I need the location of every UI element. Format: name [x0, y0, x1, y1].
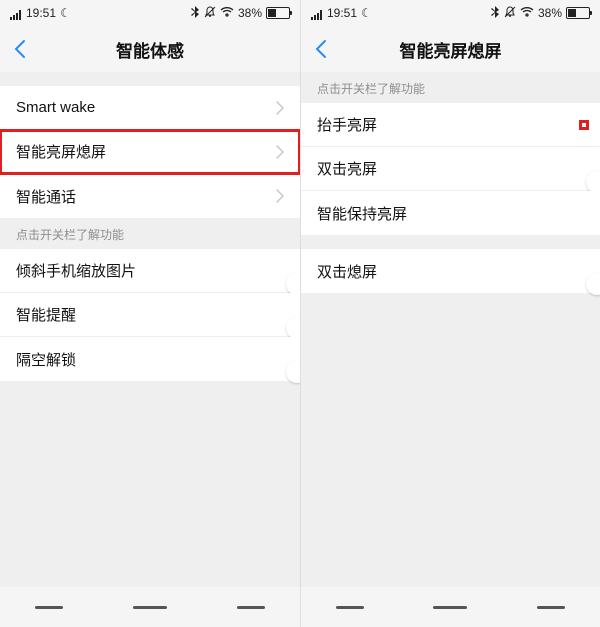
settings-group-1: Smart wake 智能亮屏熄屏智能通话: [0, 86, 300, 218]
header: 智能体感: [0, 26, 300, 72]
chevron-right-icon: [276, 145, 284, 159]
settings-row[interactable]: 隔空解锁: [0, 337, 300, 381]
row-label: 抬手亮屏: [317, 114, 584, 135]
settings-group-2: 双击熄屏: [301, 249, 600, 293]
settings-row[interactable]: 智能提醒: [0, 293, 300, 337]
settings-row[interactable]: 倾斜手机缩放图片: [0, 249, 300, 293]
battery-icon: [566, 7, 590, 19]
row-label: 双击熄屏: [317, 261, 584, 282]
row-label: 智能通话: [16, 186, 276, 207]
settings-group-2: 倾斜手机缩放图片智能提醒隔空解锁: [0, 249, 300, 381]
row-label: 智能提醒: [16, 304, 284, 325]
settings-row[interactable]: 双击亮屏: [301, 147, 600, 191]
settings-row[interactable]: 智能保持亮屏: [301, 191, 600, 235]
battery-icon: [266, 7, 290, 19]
back-button[interactable]: [301, 26, 341, 72]
moon-icon: ☾: [361, 6, 372, 20]
header: 智能亮屏熄屏: [301, 26, 600, 72]
row-label: 智能保持亮屏: [317, 203, 584, 224]
page-title: 智能亮屏熄屏: [301, 37, 600, 62]
nav-back[interactable]: [237, 606, 265, 609]
settings-row[interactable]: Smart wake: [0, 86, 300, 130]
status-bar: 19:51 ☾ 38%: [301, 0, 600, 26]
android-navbar: [0, 587, 300, 627]
bluetooth-icon: [490, 6, 500, 21]
row-label: 智能亮屏熄屏: [16, 141, 276, 162]
signal-icon: [10, 6, 22, 20]
settings-row[interactable]: 抬手亮屏: [301, 103, 600, 147]
wifi-icon: [220, 6, 234, 20]
chevron-right-icon: [276, 101, 284, 115]
screenshot-left: 19:51 ☾ 38% 智能体感: [0, 0, 300, 627]
back-button[interactable]: [0, 26, 40, 72]
dnd-icon: [204, 6, 216, 21]
chevron-right-icon: [276, 189, 284, 203]
moon-icon: ☾: [60, 6, 71, 20]
row-label: 隔空解锁: [16, 349, 284, 370]
row-label: Smart wake: [16, 99, 276, 116]
nav-home[interactable]: [433, 606, 467, 609]
bluetooth-icon: [190, 6, 200, 21]
status-bar: 19:51 ☾ 38%: [0, 0, 300, 26]
nav-recent[interactable]: [336, 606, 364, 609]
settings-row[interactable]: 双击熄屏: [301, 249, 600, 293]
android-navbar: [301, 587, 600, 627]
page-title: 智能体感: [0, 37, 300, 62]
nav-back[interactable]: [537, 606, 565, 609]
nav-home[interactable]: [133, 606, 167, 609]
battery-pct: 38%: [538, 6, 562, 20]
status-time: 19:51: [26, 6, 56, 20]
settings-group-1: 抬手亮屏双击亮屏智能保持亮屏: [301, 103, 600, 235]
screenshot-right: 19:51 ☾ 38% 智能亮屏熄屏: [300, 0, 600, 627]
dnd-icon: [504, 6, 516, 21]
settings-row[interactable]: 智能亮屏熄屏: [0, 130, 300, 174]
wifi-icon: [520, 6, 534, 20]
settings-row[interactable]: 智能通话: [0, 174, 300, 218]
signal-icon: [311, 6, 323, 20]
section-header: 点击开关栏了解功能: [0, 218, 300, 249]
battery-pct: 38%: [238, 6, 262, 20]
status-time: 19:51: [327, 6, 357, 20]
section-header: 点击开关栏了解功能: [301, 72, 600, 103]
row-label: 双击亮屏: [317, 158, 584, 179]
row-label: 倾斜手机缩放图片: [16, 260, 284, 281]
nav-recent[interactable]: [35, 606, 63, 609]
